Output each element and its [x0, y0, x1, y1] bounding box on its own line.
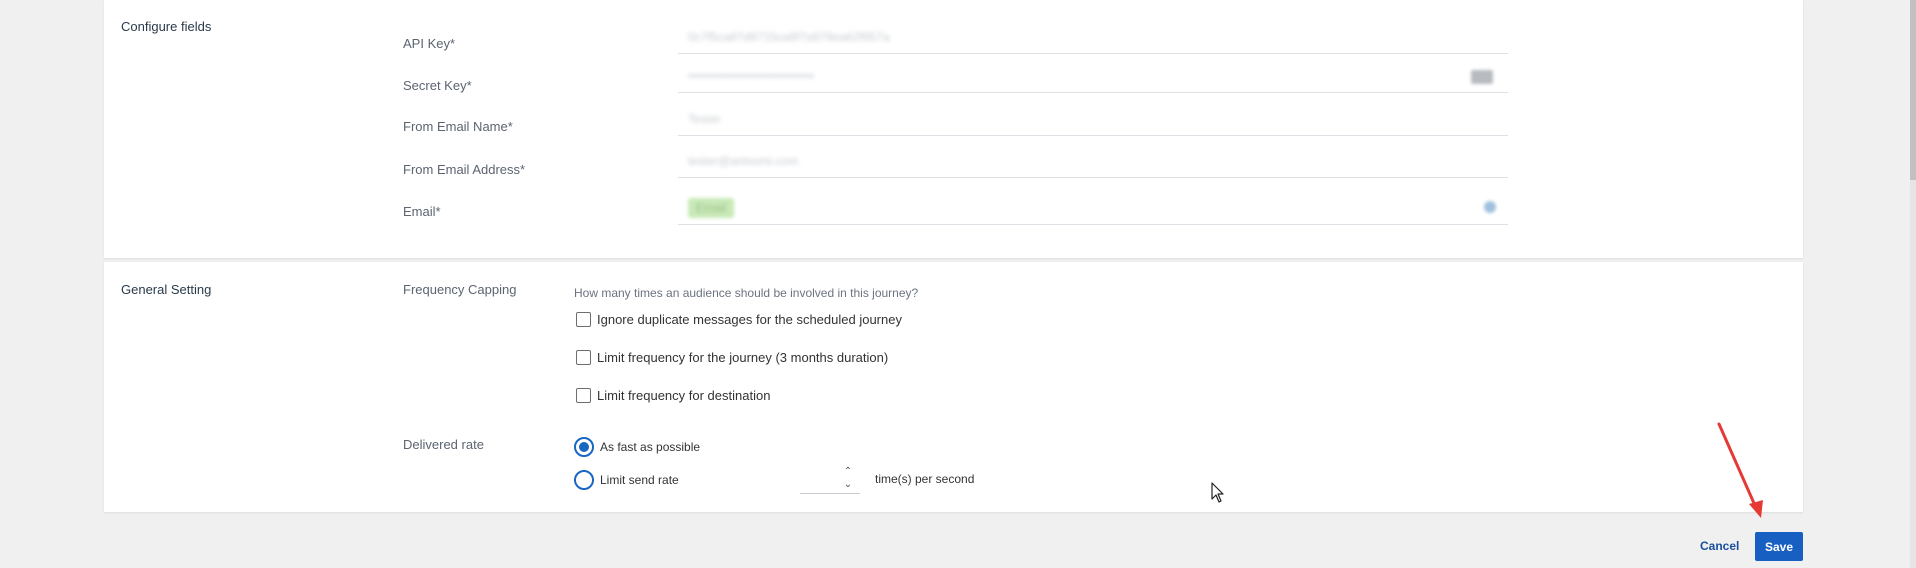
delivered-rate-label: Delivered rate — [403, 437, 484, 452]
limit-journey-checkbox[interactable] — [576, 350, 591, 365]
rate-limit-radio[interactable] — [574, 470, 594, 490]
secret-key-label: Secret Key* — [403, 78, 472, 93]
page-scrollbar[interactable] — [1910, 0, 1916, 568]
page: Configure fields API Key* 0c7f5ca87d9715… — [0, 0, 1916, 568]
chevron-up-icon[interactable]: ⌃ — [842, 466, 854, 478]
secret-key-input[interactable]: •••••••••••••••••••••••••••••• — [678, 63, 1508, 93]
secret-key-value: •••••••••••••••••••••••••••••• — [688, 69, 815, 83]
rate-limit-option[interactable]: Limit send rate — [574, 470, 679, 490]
from-email-name-input[interactable]: Tester — [678, 106, 1508, 136]
rate-fast-radio[interactable] — [574, 437, 594, 457]
frequency-question: How many times an audience should be inv… — [574, 286, 919, 300]
chevron-down-icon[interactable]: ⌄ — [842, 479, 854, 491]
rate-suffix: time(s) per second — [875, 472, 975, 486]
api-key-value: 0c7f5ca87d9715ca6f7a979ea62f957a — [688, 30, 890, 44]
email-chip: Email — [688, 198, 735, 218]
annotation-arrow-icon — [1717, 422, 1763, 518]
api-key-label: API Key* — [403, 36, 456, 51]
scrollbar-thumb[interactable] — [1910, 0, 1916, 180]
mouse-cursor-icon — [1211, 482, 1224, 503]
ignore-duplicate-checkbox[interactable] — [576, 312, 591, 327]
show-password-icon[interactable] — [1471, 70, 1493, 84]
limit-journey-text: Limit frequency for the journey (3 month… — [597, 350, 889, 365]
dropdown-icon[interactable] — [1484, 201, 1496, 213]
from-email-name-label: From Email Name* — [403, 119, 513, 134]
from-email-address-input[interactable]: tester@antsomi.com — [678, 148, 1508, 178]
limit-destination-text: Limit frequency for destination — [597, 388, 771, 403]
save-button[interactable]: Save — [1755, 532, 1803, 561]
email-label: Email* — [403, 204, 441, 219]
configure-fields-card: Configure fields API Key* 0c7f5ca87d9715… — [104, 0, 1803, 258]
rate-fast-text: As fast as possible — [600, 440, 701, 454]
email-select[interactable]: Email — [678, 195, 1508, 225]
general-setting-title: General Setting — [121, 282, 212, 297]
ignore-duplicate-text: Ignore duplicate messages for the schedu… — [597, 312, 902, 327]
frequency-capping-label: Frequency Capping — [403, 282, 517, 297]
limit-destination-option[interactable]: Limit frequency for destination — [576, 388, 770, 403]
from-email-name-value: Tester — [688, 112, 721, 126]
cancel-button[interactable]: Cancel — [1700, 539, 1739, 553]
limit-destination-checkbox[interactable] — [576, 388, 591, 403]
send-rate-stepper[interactable]: ⌃ ⌄ — [800, 464, 860, 494]
configure-fields-title: Configure fields — [121, 19, 212, 34]
limit-journey-option[interactable]: Limit frequency for the journey (3 month… — [576, 350, 888, 365]
rate-fast-option[interactable]: As fast as possible — [574, 437, 700, 457]
api-key-input[interactable]: 0c7f5ca87d9715ca6f7a979ea62f957a — [678, 24, 1508, 54]
from-email-address-label: From Email Address* — [403, 162, 526, 177]
rate-limit-text: Limit send rate — [600, 473, 679, 487]
from-email-address-value: tester@antsomi.com — [688, 154, 799, 168]
ignore-duplicate-option[interactable]: Ignore duplicate messages for the schedu… — [576, 312, 902, 327]
